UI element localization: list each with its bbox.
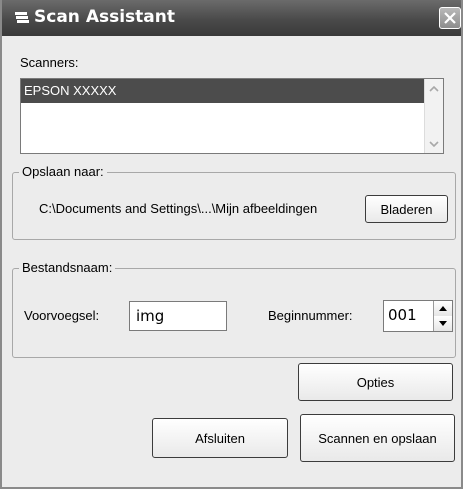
filename-legend: Bestandsnaam: <box>19 260 116 275</box>
scroll-up-button[interactable] <box>425 81 443 97</box>
scanner-list[interactable]: EPSON XXXXX <box>20 78 444 154</box>
scanners-label: Scanners: <box>20 55 79 70</box>
scan-assistant-window: Scan Assistant Scanners: EPSON XXXXX Ops… <box>0 0 463 489</box>
scanner-icon <box>15 12 29 23</box>
chevron-down-icon <box>429 141 439 147</box>
spin-down-button[interactable] <box>433 316 452 331</box>
prefix-input[interactable] <box>129 301 227 331</box>
scan-and-save-button[interactable]: Scannen en opslaan <box>300 414 455 462</box>
scroll-down-button[interactable] <box>425 136 443 152</box>
triangle-up-icon <box>439 306 447 311</box>
save-path-text: C:\Documents and Settings\...\Mijn afbee… <box>39 201 318 216</box>
close-window-button[interactable] <box>439 7 461 29</box>
prefix-label: Voorvoegsel: <box>24 308 100 323</box>
spin-up-button[interactable] <box>433 301 452 316</box>
save-location-legend: Opslaan naar: <box>19 164 107 179</box>
window-title: Scan Assistant <box>34 7 175 27</box>
start-number-value: 001 <box>388 306 417 324</box>
browse-button[interactable]: Bladeren <box>365 195 448 223</box>
close-button[interactable]: Afsluiten <box>152 418 288 458</box>
close-icon <box>444 12 456 24</box>
triangle-down-icon <box>439 321 447 326</box>
scanner-list-scrollbar[interactable] <box>424 79 443 153</box>
options-button[interactable]: Opties <box>298 363 453 401</box>
start-number-spinner[interactable]: 001 <box>383 300 453 332</box>
start-number-label: Beginnummer: <box>268 308 353 323</box>
chevron-up-icon <box>429 86 439 92</box>
scanner-list-item[interactable]: EPSON XXXXX <box>21 79 425 103</box>
title-bar[interactable]: Scan Assistant <box>2 0 461 36</box>
save-location-group: Opslaan naar: C:\Documents and Settings\… <box>12 164 456 240</box>
